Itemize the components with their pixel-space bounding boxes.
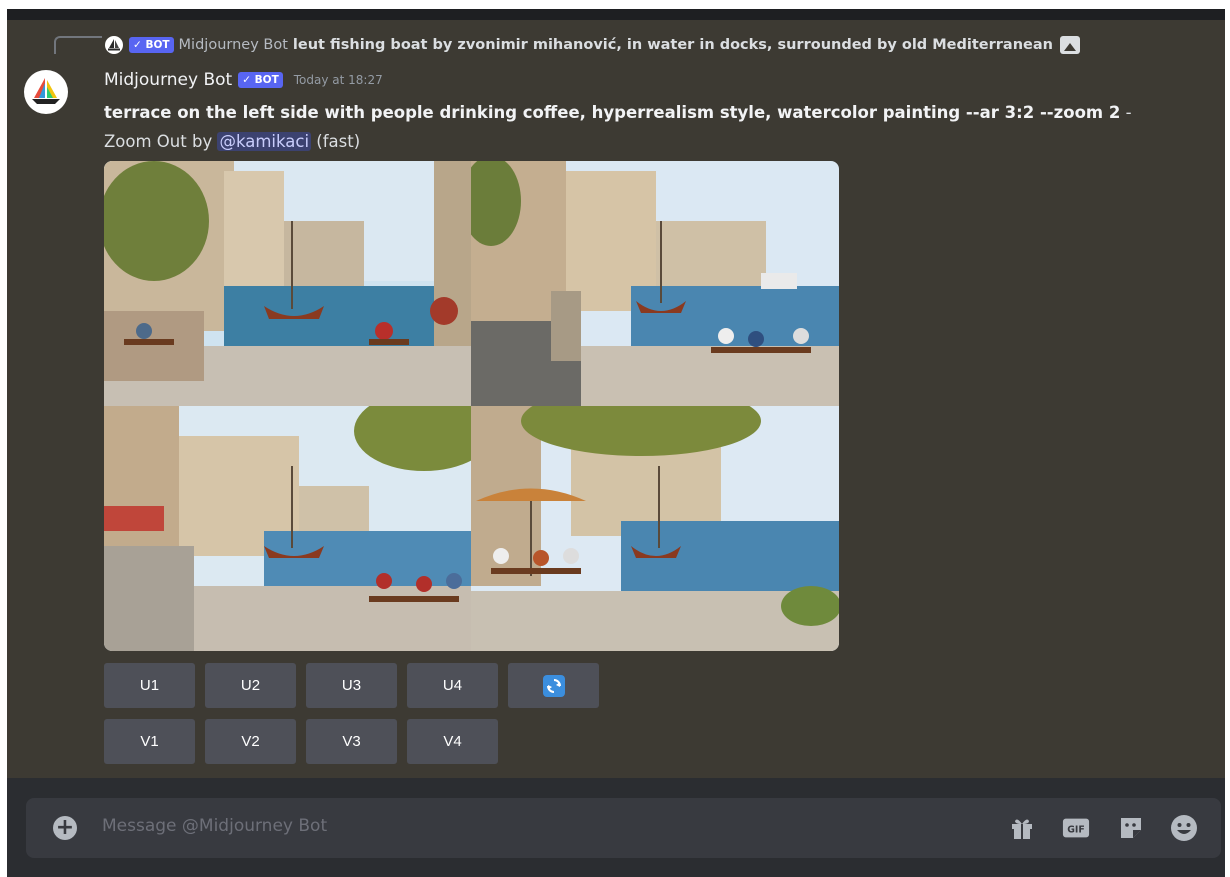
svg-text:GIF: GIF bbox=[1067, 825, 1085, 836]
reply-author[interactable]: Midjourney Bot bbox=[179, 37, 288, 53]
bot-badge: ✓ BOT bbox=[129, 37, 174, 53]
top-strip bbox=[7, 9, 1225, 20]
avatar[interactable] bbox=[24, 70, 68, 114]
message-composer[interactable]: + Message @Midjourney Bot GIF bbox=[26, 798, 1221, 858]
user-mention[interactable]: @kamikaci bbox=[217, 132, 312, 151]
boat-avatar-icon bbox=[32, 78, 60, 104]
u1-button[interactable]: U1 bbox=[104, 663, 195, 708]
u3-button[interactable]: U3 bbox=[306, 663, 397, 708]
v2-button[interactable]: V2 bbox=[205, 719, 296, 764]
image-tile-4[interactable] bbox=[471, 406, 839, 651]
v4-button[interactable]: V4 bbox=[407, 719, 498, 764]
reply-avatar bbox=[105, 36, 123, 54]
timestamp[interactable]: Today at 18:27 bbox=[294, 73, 383, 87]
v3-button[interactable]: V3 bbox=[306, 719, 397, 764]
image-tile-3[interactable] bbox=[104, 406, 471, 651]
u2-button[interactable]: U2 bbox=[205, 663, 296, 708]
boat-avatar-icon bbox=[108, 39, 120, 51]
v1-button[interactable]: V1 bbox=[104, 719, 195, 764]
sticker-icon[interactable] bbox=[1117, 814, 1145, 842]
discord-window: ✓ BOT Midjourney Bot leut fishing boat b… bbox=[7, 9, 1225, 877]
reroll-button[interactable] bbox=[508, 663, 599, 708]
message-header: Midjourney Bot ✓ BOT Today at 18:27 bbox=[104, 70, 383, 90]
gift-icon[interactable] bbox=[1008, 814, 1036, 842]
gif-icon[interactable]: GIF bbox=[1062, 814, 1090, 842]
message-input-placeholder[interactable]: Message @Midjourney Bot bbox=[102, 816, 327, 836]
image-icon bbox=[1059, 36, 1080, 54]
reply-spine bbox=[54, 36, 102, 54]
bot-badge: ✓ BOT bbox=[238, 72, 283, 88]
reroll-icon bbox=[542, 674, 565, 697]
variation-button-row: V1 V2 V3 V4 bbox=[104, 719, 498, 764]
message-area: ✓ BOT Midjourney Bot leut fishing boat b… bbox=[7, 20, 1225, 778]
author-name[interactable]: Midjourney Bot bbox=[104, 70, 232, 90]
message-content: terrace on the left side with people dri… bbox=[104, 98, 1134, 156]
emoji-icon[interactable] bbox=[1170, 814, 1198, 842]
image-tile-2[interactable] bbox=[471, 161, 839, 406]
reply-text[interactable]: leut fishing boat by zvonimir mihanović,… bbox=[293, 37, 1053, 53]
reply-reference[interactable]: ✓ BOT Midjourney Bot leut fishing boat b… bbox=[105, 34, 1080, 56]
add-circle-icon[interactable]: + bbox=[53, 816, 77, 840]
u4-button[interactable]: U4 bbox=[407, 663, 498, 708]
image-grid[interactable] bbox=[104, 161, 839, 651]
speed-text: (fast) bbox=[311, 132, 361, 151]
image-tile-1[interactable] bbox=[104, 161, 471, 406]
prompt-text: terrace on the left side with people dri… bbox=[104, 103, 1121, 122]
upscale-button-row: U1 U2 U3 U4 bbox=[104, 663, 599, 708]
